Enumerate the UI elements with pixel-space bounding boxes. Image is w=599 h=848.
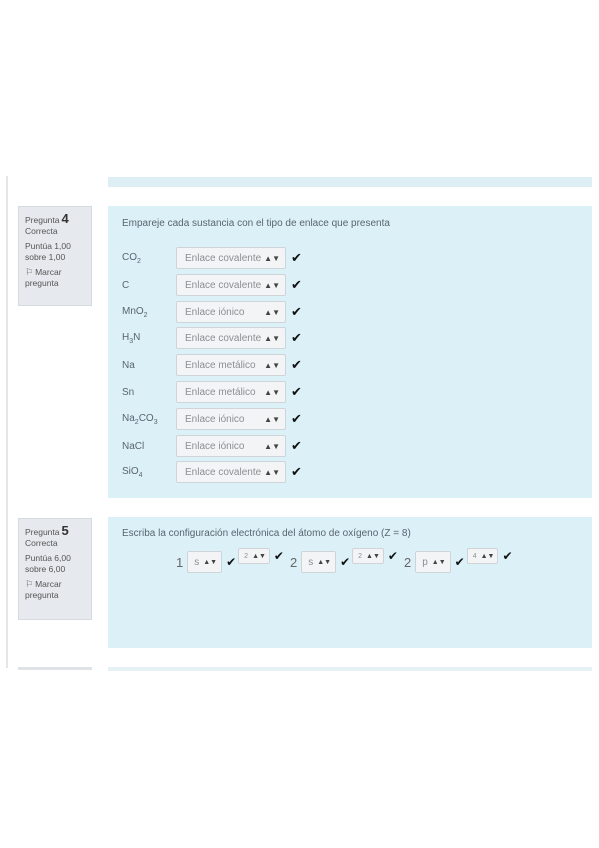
electron-configuration: 1 s ▲▼ ✔ 2 ▲▼ ✔ 2 s ▲▼ ✔ 2 ▲▼ ✔ 2 p ▲▼ ✔ 4 ▲▼ … — [172, 548, 515, 573]
question-5-content: Escriba la configuración electrónica del… — [108, 517, 592, 648]
updown-arrow-icon: ▲▼ — [480, 552, 495, 560]
updown-arrow-icon: ▲▼ — [264, 307, 280, 317]
check-icon: ✔ — [273, 549, 284, 563]
question-5-flag-link-2[interactable]: pregunta — [25, 590, 86, 601]
match-row-mno2: MnO2 Enlace iónico ▲▼ ✔ — [122, 301, 302, 323]
check-icon: ✔ — [291, 304, 302, 319]
match-row-na2co3: Na2CO3 Enlace iónico ▲▼ ✔ — [122, 408, 302, 430]
question-4-flag-link-2[interactable]: pregunta — [25, 278, 86, 289]
check-icon: ✔ — [340, 555, 351, 569]
question-5-flag-link[interactable]: ⚐ Marcar — [25, 579, 86, 590]
previous-question-content-bottom — [108, 177, 592, 187]
match-row-c: C Enlace covalente ▲▼ ✔ — [122, 274, 302, 296]
updown-arrow-icon: ▲▼ — [264, 360, 280, 370]
updown-arrow-icon: ▲▼ — [264, 414, 280, 424]
shell-number: 2 — [289, 554, 298, 570]
shell-number: 2 — [403, 554, 412, 570]
check-icon: ✔ — [291, 330, 302, 345]
orbital-select[interactable]: s ▲▼ — [187, 551, 223, 573]
bond-type-select[interactable]: Enlace metálico ▲▼ — [176, 354, 286, 376]
updown-arrow-icon: ▲▼ — [203, 558, 218, 566]
match-row-h3n: H3N Enlace covalente ▲▼ ✔ — [122, 327, 302, 349]
next-question-info-panel-top — [18, 667, 92, 670]
orbital-select[interactable]: s ▲▼ — [301, 551, 337, 573]
question-5-number: 5 — [61, 523, 69, 538]
check-icon: ✔ — [291, 464, 302, 479]
match-row-sn: Sn Enlace metálico ▲▼ ✔ — [122, 381, 302, 403]
updown-arrow-icon: ▲▼ — [317, 558, 332, 566]
substance-label: Na2CO3 — [122, 412, 158, 426]
substance-label: SiO4 — [122, 465, 143, 479]
substance-label: H3N — [122, 331, 141, 345]
substance-label: Sn — [122, 386, 135, 398]
question-4-flag-link[interactable]: ⚐ Marcar — [25, 267, 86, 278]
updown-arrow-icon: ▲▼ — [252, 552, 266, 560]
flag-icon: ⚐ — [25, 579, 34, 589]
bond-type-select[interactable]: Enlace iónico ▲▼ — [176, 301, 286, 323]
question-4-prompt: Empareje cada sustancia con el tipo de e… — [122, 218, 390, 229]
question-4-info-panel: Pregunta 4 Correcta Puntúa 1,00 sobre 1,0… — [18, 206, 92, 306]
substance-label: C — [122, 279, 130, 291]
bond-type-select[interactable]: Enlace iónico ▲▼ — [176, 435, 286, 457]
electron-count-select[interactable]: 2 ▲▼ — [352, 548, 384, 564]
electron-count-select[interactable]: 4 ▲▼ — [466, 548, 499, 564]
substance-label: Na — [122, 359, 135, 371]
substance-label: MnO2 — [122, 305, 148, 319]
updown-arrow-icon: ▲▼ — [264, 467, 280, 477]
check-icon: ✔ — [291, 384, 302, 399]
updown-arrow-icon: ▲▼ — [264, 441, 280, 451]
question-4-label: Pregunta 4 — [25, 211, 69, 226]
bond-type-select[interactable]: Enlace metálico ▲▼ — [176, 381, 286, 403]
check-icon: ✔ — [454, 555, 465, 569]
question-4-content: Empareje cada sustancia con el tipo de e… — [108, 206, 592, 498]
updown-arrow-icon: ▲▼ — [264, 333, 280, 343]
orbital-select[interactable]: p ▲▼ — [415, 551, 451, 573]
updown-arrow-icon: ▲▼ — [264, 387, 280, 397]
question-4-score-1: Puntúa 1,00 — [25, 241, 71, 251]
bond-type-select[interactable]: Enlace covalente ▲▼ — [176, 274, 286, 296]
bond-type-select[interactable]: Enlace covalente ▲▼ — [176, 461, 286, 483]
flag-icon: ⚐ — [25, 267, 34, 277]
page-left-rail — [6, 176, 8, 668]
check-icon: ✔ — [387, 549, 398, 563]
question-4-status: Correcta — [25, 226, 58, 236]
check-icon: ✔ — [291, 411, 302, 426]
check-icon: ✔ — [226, 555, 237, 569]
next-question-content-top — [108, 667, 592, 671]
question-5-score-2: sobre 6,00 — [25, 564, 66, 574]
substance-label: CO2 — [122, 251, 141, 265]
question-4-score-2: sobre 1,00 — [25, 252, 66, 262]
question-4-number: 4 — [61, 211, 69, 226]
updown-arrow-icon: ▲▼ — [431, 558, 446, 566]
check-icon: ✔ — [291, 277, 302, 292]
bond-type-select[interactable]: Enlace covalente ▲▼ — [176, 247, 286, 269]
match-row-nacl: NaCl Enlace iónico ▲▼ ✔ — [122, 435, 302, 457]
match-row-co2: CO2 Enlace covalente ▲▼ ✔ — [122, 247, 302, 269]
question-5-label: Pregunta 5 — [25, 523, 69, 538]
check-icon: ✔ — [291, 357, 302, 372]
check-icon: ✔ — [291, 438, 302, 453]
shell-number: 1 — [176, 554, 184, 570]
bond-type-select[interactable]: Enlace covalente ▲▼ — [176, 327, 286, 349]
updown-arrow-icon: ▲▼ — [264, 253, 280, 263]
substance-label: NaCl — [122, 440, 145, 452]
question-5-score-1: Puntúa 6,00 — [25, 553, 71, 563]
question-5-info-panel: Pregunta 5 Correcta Puntúa 6,00 sobre 6,0… — [18, 518, 92, 620]
match-row-sio4: SiO4 Enlace covalente ▲▼ ✔ — [122, 461, 302, 483]
match-row-na: Na Enlace metálico ▲▼ ✔ — [122, 354, 302, 376]
electron-count-select[interactable]: 2 ▲▼ — [238, 548, 270, 564]
bond-type-select[interactable]: Enlace iónico ▲▼ — [176, 408, 286, 430]
updown-arrow-icon: ▲▼ — [366, 552, 380, 560]
question-5-prompt: Escriba la configuración electrónica del… — [122, 528, 411, 539]
check-icon: ✔ — [502, 549, 513, 563]
updown-arrow-icon: ▲▼ — [264, 280, 280, 290]
question-5-status: Correcta — [25, 538, 58, 548]
check-icon: ✔ — [291, 250, 302, 265]
